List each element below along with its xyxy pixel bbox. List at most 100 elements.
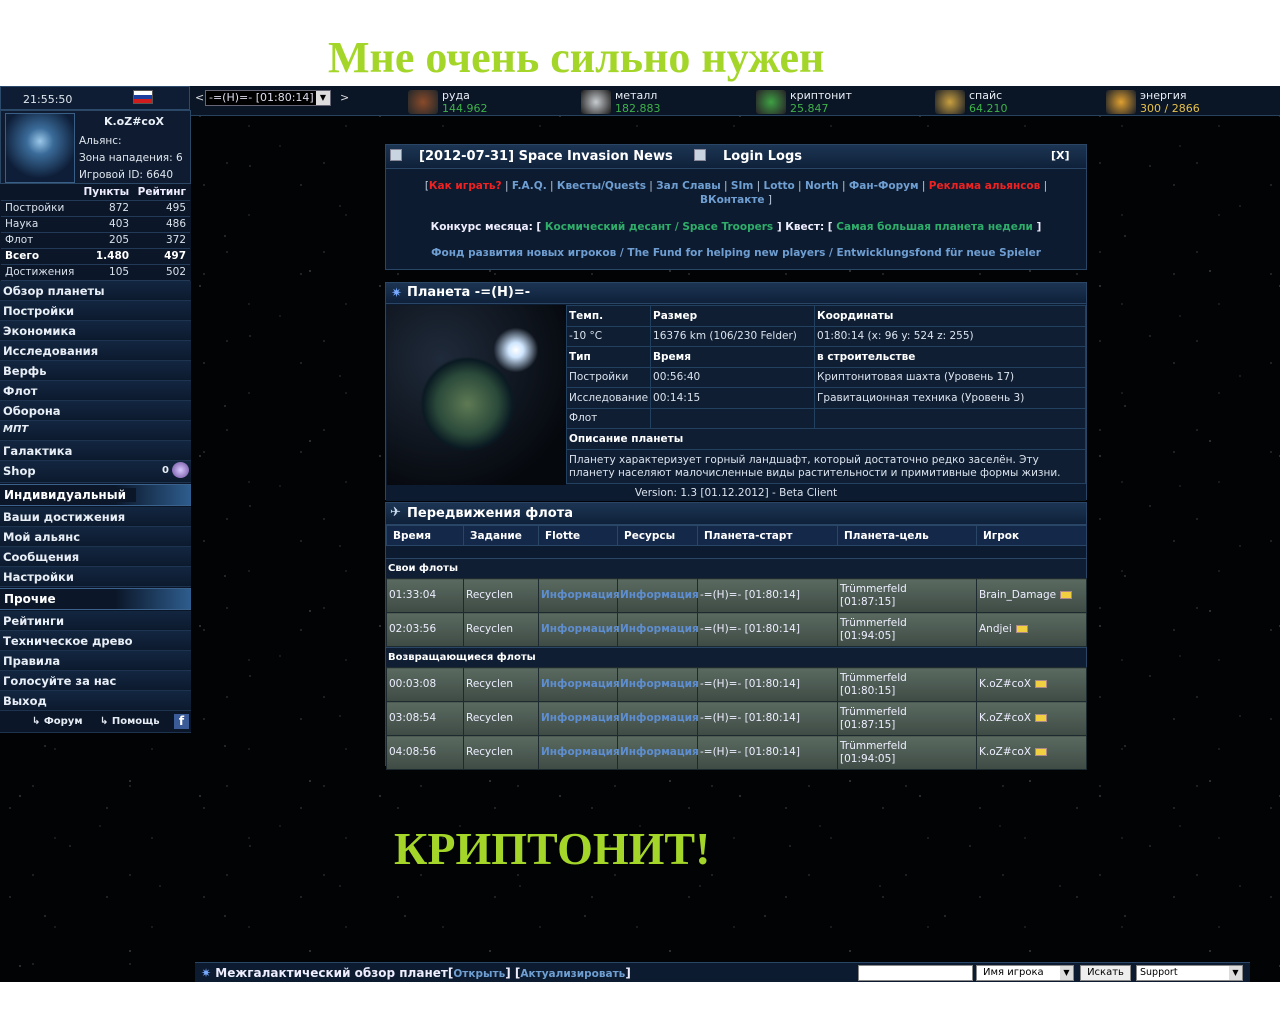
news-link-2[interactable]: Квесты/Quests [557, 180, 646, 192]
news-link-6[interactable]: North [805, 180, 839, 192]
envelope-icon[interactable] [1035, 714, 1048, 722]
stats-header: Пункты [78, 184, 134, 201]
section-other-label: Прочие [4, 591, 66, 606]
resources-info-link[interactable]: Информация [620, 589, 699, 601]
help-link[interactable]: ↳ Помощь [100, 716, 160, 727]
planet-panel: ✷ Планета -=(H)=- Темп. Размер Координат… [385, 282, 1087, 501]
envelope-icon[interactable] [1060, 591, 1073, 599]
language-flag-icon[interactable] [133, 90, 153, 104]
nav-other-item-1[interactable]: Техническое древо [0, 630, 191, 651]
open-link[interactable]: Открыть [453, 968, 505, 980]
fleet-info-link[interactable]: Информация [541, 712, 620, 724]
fleet-time [650, 407, 816, 429]
nav-main-item-7[interactable]: МПТ [0, 420, 191, 441]
target-coords: [01:94:05] [840, 629, 896, 642]
next-planet-button[interactable]: > [340, 91, 349, 104]
planet-select[interactable]: -=(H)=- [01:80:14] ▼ [205, 90, 331, 106]
tab-news[interactable]: [2012-07-31] Space Invasion News [419, 149, 673, 164]
contest-line: Конкурс месяца: [ Космический десант / S… [430, 221, 1042, 233]
nav-main-item-6[interactable]: Оборона [0, 400, 191, 421]
nav-main-item-8[interactable]: Галактика [0, 440, 191, 461]
player-search-input[interactable] [858, 965, 973, 981]
news-link-1[interactable]: F.A.Q. [512, 180, 547, 192]
stats-cell: 486 [133, 216, 190, 233]
stats-cell: 403 [78, 216, 134, 233]
quest-link[interactable]: Самая большая планета недели [836, 221, 1033, 233]
resources-info-link[interactable]: Информация [620, 678, 699, 690]
returning-fleets-label: Возвращающиеся флоты [386, 647, 1086, 667]
research-item: Гравитационная техника (Уровень 3) [814, 387, 1086, 409]
resources-cell: Информация [617, 612, 699, 647]
nav-main-label: Обзор планеты [3, 283, 105, 298]
fleet-info-link[interactable]: Информация [541, 623, 620, 635]
nav-individual-item-0[interactable]: Ваши достижения [0, 506, 191, 527]
planet-select-value: -=(H)=- [01:80:14] [209, 91, 314, 104]
stats-row: Наука 403 486 [1, 216, 190, 233]
nav-other-item-4[interactable]: Выход [0, 690, 191, 711]
nav-individual-item-1[interactable]: Мой альянс [0, 526, 191, 547]
fleet-row: 01:33:04 Recyclen Информация Информация -=(H… [386, 578, 1087, 613]
news-link-0[interactable]: Как играть? [429, 180, 502, 192]
search-button[interactable]: Искать [1080, 965, 1131, 981]
nav-main-item-4[interactable]: Верфь [0, 360, 191, 381]
nav-main-item-0[interactable]: Обзор планеты [0, 280, 191, 301]
facebook-icon[interactable]: f [174, 713, 189, 729]
resource-value: 144.962 [442, 102, 488, 115]
resource-0: руда 144.962 [408, 88, 568, 115]
nav-individual-item-2[interactable]: Сообщения [0, 546, 191, 567]
forum-link[interactable]: ↳ Форум [32, 716, 83, 727]
nav-individual-label: Мой альянс [3, 529, 81, 544]
contest-link[interactable]: Космический десант / Space Troopers [545, 221, 773, 233]
envelope-icon[interactable] [1035, 748, 1048, 756]
fleet-player: Brain_Damage [976, 578, 1087, 613]
envelope-icon[interactable] [1035, 680, 1048, 688]
nav-main-label: Флот [3, 383, 38, 398]
support-select[interactable]: Support ▼ [1136, 965, 1243, 981]
player-name[interactable]: K.oZ#coX [979, 712, 1031, 724]
refresh-link[interactable]: Актуализировать [520, 968, 625, 980]
search-mode-select[interactable]: Имя игрока ▼ [976, 965, 1074, 981]
player-name[interactable]: K.oZ#coX [979, 746, 1031, 758]
nav-main-item-5[interactable]: Флот [0, 380, 191, 401]
avatar[interactable] [5, 113, 75, 183]
nav-other-item-2[interactable]: Правила [0, 650, 191, 671]
fleet-info-link[interactable]: Информация [541, 678, 620, 690]
nav-other-item-0[interactable]: Рейтинги [0, 610, 191, 631]
close-button[interactable]: [X] [1051, 149, 1070, 162]
fleet-col-header: Игрок [976, 525, 1087, 546]
fleet-info-link[interactable]: Информация [541, 746, 620, 758]
fund-link[interactable]: Фонд развития новых игроков / The Fund f… [386, 247, 1086, 259]
news-link-8[interactable]: Реклама альянсов [929, 180, 1041, 192]
fleet-info-link[interactable]: Информация [541, 589, 620, 601]
fleet-start: -=(H)=- [01:80:14] [697, 578, 838, 613]
nav-main-item-9[interactable]: Shop 0 [0, 460, 191, 483]
nav-other-label: Рейтинги [3, 613, 65, 628]
player-name[interactable]: Brain_Damage [979, 589, 1056, 601]
prev-planet-button[interactable]: < [195, 91, 204, 104]
tab-login-logs[interactable]: Login Logs [723, 149, 802, 164]
stats-row: Всего 1.480 497 [1, 248, 190, 265]
nav-main-item-1[interactable]: Постройки [0, 300, 191, 321]
envelope-icon[interactable] [1015, 625, 1028, 633]
player-name[interactable]: K.oZ#coX [979, 678, 1031, 690]
resources-info-link[interactable]: Информация [620, 746, 699, 758]
stats-row: Достижения 105 502 [1, 264, 190, 281]
nav-individual-item-3[interactable]: Настройки [0, 566, 191, 587]
news-link-4[interactable]: SIm [731, 180, 753, 192]
fleet-mission: Recyclen [463, 701, 539, 736]
news-link-9[interactable]: ВКонтакте [700, 194, 765, 206]
nav-main-item-3[interactable]: Исследования [0, 340, 191, 361]
resources-info-link[interactable]: Информация [620, 712, 699, 724]
left-sidebar: K.oZ#coX Альянс: Зона нападения: 6 Игров… [0, 110, 191, 733]
nav-main-item-2[interactable]: Экономика [0, 320, 191, 341]
player-name[interactable]: Andjei [979, 623, 1012, 635]
nav-other-label: Голосуйте за нас [3, 673, 117, 688]
news-link-3[interactable]: Зал Славы [656, 180, 721, 192]
resource-name: металл [615, 89, 658, 102]
news-link-7[interactable]: Фан-Форум [849, 180, 919, 192]
nav-other-item-3[interactable]: Голосуйте за нас [0, 670, 191, 691]
resources-info-link[interactable]: Информация [620, 623, 699, 635]
fleet-type: Флот [565, 407, 652, 429]
fleet-item [814, 407, 1086, 429]
news-link-5[interactable]: Lotto [764, 180, 795, 192]
